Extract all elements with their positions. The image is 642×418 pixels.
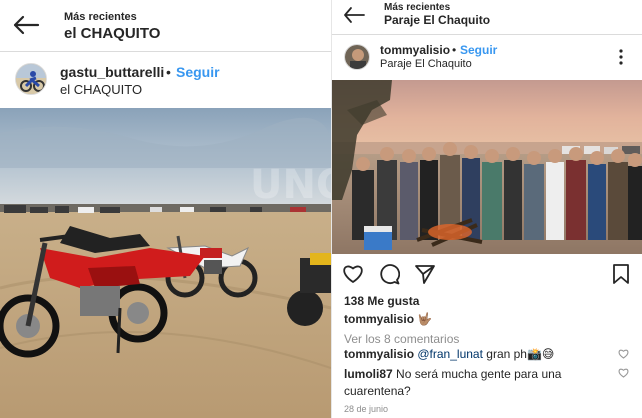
top-bar-subtitle: Más recientes [384,2,451,13]
motorcycles-beach-image: UNO [0,108,331,418]
share-icon[interactable] [414,263,436,285]
comment-icon[interactable] [378,263,400,285]
follow-button[interactable]: Seguir [460,43,497,57]
left-post-header: gastu_buttarelli • Seguir el CHAQUITO [0,53,331,108]
post-caption: tommyalisio 🤟🏽 [344,312,432,326]
back-arrow-icon[interactable] [342,6,366,24]
post-username[interactable]: tommyalisio [380,43,450,57]
more-options-icon[interactable] [618,49,624,65]
small-heart-icon[interactable] [618,368,629,378]
top-bar-title: el CHAQUITO [64,25,161,42]
top-bar-title: Paraje El Chaquito [384,13,491,27]
separator-dot: • [166,64,171,80]
group-campfire-image [332,80,642,254]
comment-username[interactable]: lumoli87 [344,367,393,381]
comment-item: lumoli87 No será mucha gente para una cu… [344,366,564,400]
comment-username[interactable]: tommyalisio [344,347,414,361]
small-heart-icon[interactable] [618,349,629,359]
top-bar-subtitle: Más recientes [64,11,137,23]
avatar-image [345,45,369,69]
right-post-header: tommyalisio • Seguir Paraje El Chaquito [332,36,642,80]
likes-count[interactable]: 138 Me gusta [344,294,419,308]
left-post-panel: Más recientes el CHAQUITO gastu_buttarel… [0,0,331,418]
caption-text: 🤟🏽 [417,312,433,326]
left-top-bar: Más recientes el CHAQUITO [0,0,331,52]
avatar[interactable] [15,63,47,95]
comment-mention[interactable]: @fran_lunat [417,347,483,361]
left-post-photo[interactable]: UNO [0,108,331,418]
post-location[interactable]: el CHAQUITO [60,82,142,97]
watermark: UNO [250,162,331,208]
right-post-photo[interactable] [332,80,642,254]
post-location[interactable]: Paraje El Chaquito [380,58,472,70]
right-top-bar: Más recientes Paraje El Chaquito [332,0,642,35]
follow-button[interactable]: Seguir [176,64,220,80]
avatar-moto-image [16,64,46,94]
heart-icon[interactable] [342,264,364,284]
view-all-comments-link[interactable]: Ver los 8 comentarios [344,332,459,346]
back-arrow-icon[interactable] [12,15,40,35]
avatar[interactable] [344,44,370,70]
separator-dot: • [452,43,457,57]
comment-item: tommyalisio @fran_lunat gran ph📸😅 [344,346,604,363]
comment-text: gran ph📸😅 [482,347,555,361]
bookmark-icon[interactable] [612,263,630,285]
post-date: 28 de junio [344,404,389,414]
post-username[interactable]: gastu_buttarelli [60,64,164,80]
right-post-panel: Más recientes Paraje El Chaquito tommyal… [331,0,642,418]
caption-username[interactable]: tommyalisio [344,312,414,326]
